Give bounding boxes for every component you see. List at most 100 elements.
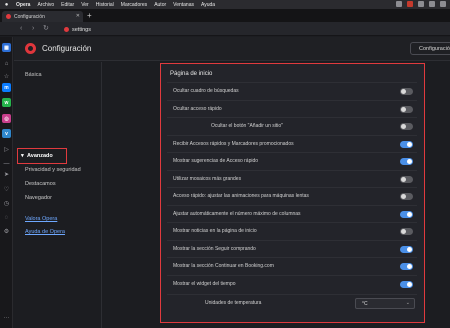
setting-toggle[interactable] xyxy=(400,175,413,183)
minus-icon[interactable]: — xyxy=(2,159,11,168)
setting-label: Ocultar cuadro de búsquedas xyxy=(173,88,239,94)
menu-marcadores[interactable]: Marcadores xyxy=(121,2,147,8)
home-icon[interactable]: ⌂ xyxy=(2,59,11,68)
setting-toggle[interactable] xyxy=(400,105,413,113)
history-icon[interactable]: ◷ xyxy=(2,199,11,208)
nav-avanzado-arrow: ▾ xyxy=(21,153,24,159)
menu-archivo[interactable]: Archivo xyxy=(37,2,54,8)
status-icons xyxy=(396,1,446,7)
nav-basica[interactable]: Básica xyxy=(25,72,42,78)
setting-toggle[interactable] xyxy=(400,123,413,130)
setting-row: Mostrar noticias en la página de inicio xyxy=(167,222,417,239)
setting-row: Recibir Accesos rápidos y Marcadores pro… xyxy=(167,134,417,152)
new-tab-button[interactable]: + xyxy=(87,11,92,20)
close-tab-icon[interactable]: ✕ xyxy=(76,13,80,19)
setting-label: Utilizar mosaicos más grandes xyxy=(173,175,242,182)
menu-app[interactable]: Opera xyxy=(16,2,30,8)
toggle-knob xyxy=(401,124,406,129)
menu-historial[interactable]: Historial xyxy=(96,2,114,8)
apple-icon[interactable]: ● xyxy=(3,2,10,8)
toggle-knob xyxy=(407,159,412,164)
setting-toggle[interactable] xyxy=(400,245,413,253)
setting-toggle[interactable] xyxy=(400,140,413,148)
setting-label: Acceso rápido: ajustar las animaciones p… xyxy=(173,193,309,199)
more-icon[interactable]: ··· xyxy=(2,313,11,322)
bulb-icon[interactable]: ◌ xyxy=(2,213,11,222)
opera-favicon-icon xyxy=(6,14,11,19)
tab-title: Configuración xyxy=(14,13,45,20)
setting-label: Recibir Accesos rápidos y Marcadores pro… xyxy=(173,140,294,147)
setting-toggle[interactable] xyxy=(400,88,413,95)
toggle-knob xyxy=(407,141,412,147)
nav-navegador[interactable]: Navegador xyxy=(25,195,52,201)
instagram-icon[interactable]: ◎ xyxy=(2,114,11,123)
toggle-knob xyxy=(401,194,406,199)
link-valora-opera[interactable]: Valora Opera xyxy=(25,216,57,222)
speed-dial-icon[interactable]: ▦ xyxy=(2,43,11,52)
flag-icon[interactable] xyxy=(407,1,413,7)
toggle-knob xyxy=(407,211,412,217)
send-icon[interactable]: ➤ xyxy=(2,170,11,179)
units-select[interactable]: °C ⌄ xyxy=(355,298,415,309)
chevron-down-icon: ⌄ xyxy=(405,300,410,306)
setting-row: Ajustar automáticamente el número máximo… xyxy=(167,204,417,222)
setting-row: Acceso rápido: ajustar las animaciones p… xyxy=(167,187,417,204)
setting-toggle[interactable] xyxy=(400,193,413,200)
gear-icon[interactable]: ⚙ xyxy=(2,227,11,236)
toggle-knob xyxy=(401,106,406,112)
section-title: Página de inicio xyxy=(170,71,213,77)
menu-bar: ● Opera Archivo Editar Ver Historial Mar… xyxy=(0,0,450,9)
reload-icon[interactable]: ↻ xyxy=(43,24,49,33)
toggle-knob xyxy=(407,281,412,287)
tab-configuracion[interactable]: Configuración ✕ xyxy=(2,11,83,22)
setting-row: Mostrar sugerencias de Acceso rápido xyxy=(167,152,417,169)
setting-toggle[interactable] xyxy=(400,210,413,218)
setting-label: Mostrar el widget del tiempo xyxy=(173,280,236,287)
setting-row: Ocultar el botón "Añadir un sitio" xyxy=(167,117,417,134)
setting-label: Ocultar el botón "Añadir un sitio" xyxy=(211,123,283,129)
wifi-icon[interactable] xyxy=(418,1,424,7)
opera-logo-icon xyxy=(25,43,36,54)
link-ayuda-opera[interactable]: Ayuda de Opera xyxy=(25,229,65,235)
messenger-icon[interactable]: m xyxy=(2,83,11,92)
setting-label: Ocultar acceso rápido xyxy=(173,105,222,112)
star-icon[interactable]: ☆ xyxy=(2,72,11,81)
back-icon[interactable]: ‹ xyxy=(20,24,22,33)
setting-row: Mostrar la sección Continuar en Booking.… xyxy=(167,257,417,274)
nav-destacamos[interactable]: Destacamos xyxy=(25,181,56,187)
menu-autor[interactable]: Autor xyxy=(154,2,166,8)
menu-editar[interactable]: Editar xyxy=(61,2,74,8)
setting-toggle[interactable] xyxy=(400,158,413,165)
setting-row: Ocultar acceso rápido xyxy=(167,99,417,117)
units-value: °C xyxy=(362,301,368,307)
nav-avanzado[interactable]: Avanzado xyxy=(27,153,53,159)
heart-icon[interactable]: ♡ xyxy=(2,185,11,194)
setting-label: Mostrar la sección Seguir comprando xyxy=(173,245,256,252)
units-row: Unidades de temperatura °C ⌄ xyxy=(167,294,417,311)
menu-ventanas[interactable]: Ventanas xyxy=(173,2,194,8)
control-center-icon[interactable] xyxy=(440,1,446,7)
setting-toggle[interactable] xyxy=(400,228,413,235)
settings-search-input[interactable]: Configuración xyxy=(410,42,450,55)
tab-bar: Configuración ✕ + xyxy=(0,9,450,22)
opera-sidebar: ▦ ⌂ ☆ m w ◎ v ▷ — ➤ ♡ ◷ ◌ ⚙ ··· xyxy=(0,37,13,328)
url-field[interactable]: settings xyxy=(64,25,446,34)
nav-privacidad[interactable]: Privacidad y seguridad xyxy=(25,167,81,173)
setting-row: Utilizar mosaicos más grandes xyxy=(167,169,417,187)
setting-label: Ajustar automáticamente el número máximo… xyxy=(173,210,301,217)
setting-toggle[interactable] xyxy=(400,280,413,288)
whatsapp-icon[interactable]: w xyxy=(2,98,11,107)
status-icon[interactable] xyxy=(396,1,402,7)
search-icon[interactable] xyxy=(429,1,435,7)
menu-ver[interactable]: Ver xyxy=(81,2,89,8)
player-icon[interactable]: ▷ xyxy=(2,145,11,154)
toggle-knob xyxy=(401,176,406,182)
forward-icon[interactable]: › xyxy=(32,24,34,33)
start-page-panel: Página de inicio Ocultar cuadro de búsqu… xyxy=(160,63,425,323)
setting-label: Mostrar sugerencias de Acceso rápido xyxy=(173,158,259,164)
page-title: Configuración xyxy=(42,44,92,53)
vk-icon[interactable]: v xyxy=(2,129,11,138)
setting-toggle[interactable] xyxy=(400,263,413,270)
setting-row: Ocultar cuadro de búsquedas xyxy=(167,82,417,99)
menu-ayuda[interactable]: Ayuda xyxy=(201,2,215,8)
